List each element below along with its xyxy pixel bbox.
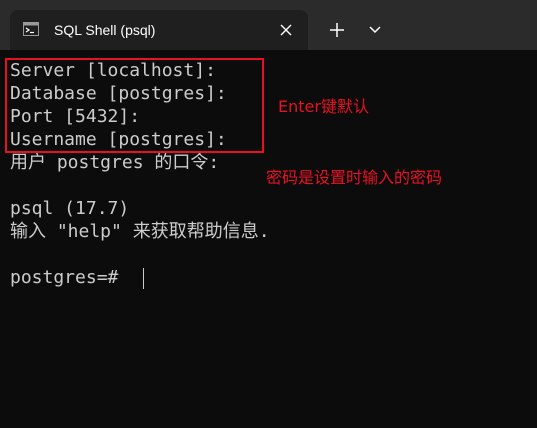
terminal-line-password-prompt: 用户 postgres 的口令: — [10, 152, 220, 173]
annotation-password-note: 密码是设置时输入的密码 — [266, 168, 443, 187]
annotation-highlight-box — [5, 58, 264, 153]
terminal-line-version: psql (17.7) — [10, 198, 130, 219]
chevron-down-icon — [369, 26, 381, 34]
terminal-icon — [23, 22, 39, 36]
annotation-defaults-note: Enter键默认 — [278, 97, 369, 116]
terminal-prompt: postgres=# — [10, 267, 119, 288]
plus-icon — [330, 23, 344, 37]
new-tab-button[interactable] — [322, 14, 352, 44]
profile-dropdown-button[interactable] — [361, 14, 389, 44]
terminal-line-help: 输入 "help" 来获取帮助信息. — [10, 221, 270, 242]
close-icon[interactable] — [276, 20, 296, 40]
tab-sql-shell[interactable]: SQL Shell (psql) — [10, 10, 308, 50]
tab-title: SQL Shell (psql) — [54, 22, 156, 38]
tab-bar: SQL Shell (psql) — [0, 0, 537, 50]
text-cursor — [143, 268, 144, 289]
